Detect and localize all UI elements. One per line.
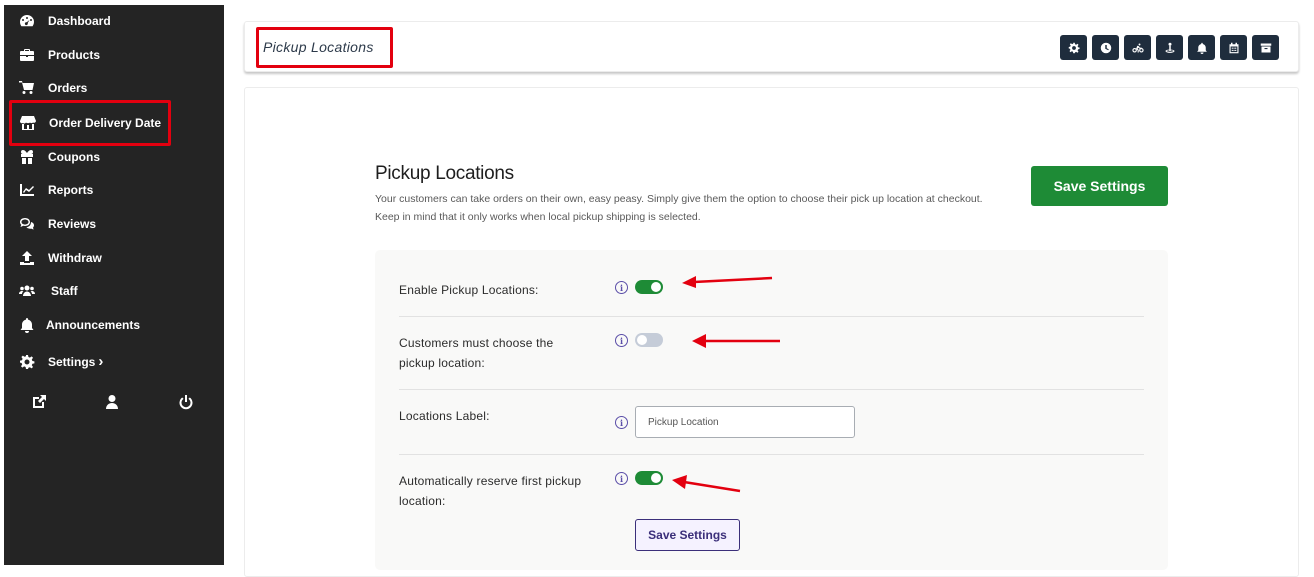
page-header: Pickup Locations	[244, 21, 1299, 72]
setting-label: Automatically reserve first pickup locat…	[399, 474, 582, 508]
gear-icon	[1068, 42, 1080, 53]
chevron-right-icon: ›	[98, 353, 104, 370]
bell-icon	[18, 316, 36, 334]
sidebar-item-label: Dashboard	[48, 14, 111, 28]
locations-label-input[interactable]	[635, 406, 855, 438]
sidebar-item-label: Products	[48, 48, 101, 62]
enable-pickup-toggle[interactable]	[635, 280, 663, 294]
setting-label: Locations Label:	[399, 409, 490, 423]
comments-icon	[18, 215, 36, 233]
setting-label: Customers must choose the pickup locatio…	[399, 336, 554, 370]
setting-row-locations-label: Locations Label: i	[399, 406, 1144, 446]
briefcase-icon	[18, 46, 36, 64]
sidebar-item-reviews[interactable]: Reviews	[4, 209, 224, 239]
sidebar-item-settings[interactable]: Settings ›	[4, 347, 224, 377]
bicycle-icon	[1131, 43, 1144, 52]
clock-icon	[1100, 42, 1111, 53]
user-icon[interactable]	[104, 394, 122, 412]
chart-icon	[18, 181, 36, 199]
sidebar-item-announcements[interactable]: Announcements	[4, 310, 224, 340]
info-icon[interactable]: i	[615, 334, 628, 347]
annotation-arrow	[692, 334, 780, 348]
sidebar: Dashboard Products Orders Order Delivery…	[4, 5, 224, 565]
map-pin-icon	[1165, 42, 1174, 53]
annotation-arrow	[672, 475, 741, 493]
divider	[399, 389, 1144, 390]
sidebar-item-label: Coupons	[48, 150, 100, 164]
sidebar-item-label: Announcements	[46, 318, 141, 332]
notifications-button[interactable]	[1188, 35, 1215, 60]
pickup-locations-button[interactable]	[1156, 35, 1183, 60]
archive-icon	[1260, 43, 1271, 52]
sidebar-item-label: Staff	[51, 284, 78, 298]
annotation-arrow	[682, 276, 773, 288]
annotation-highlight-box	[9, 100, 171, 146]
upload-icon	[18, 249, 36, 267]
sidebar-item-products[interactable]: Products	[4, 40, 224, 70]
archive-button[interactable]	[1252, 35, 1279, 60]
bell-icon	[1196, 42, 1207, 54]
sidebar-item-staff[interactable]: Staff	[4, 276, 224, 306]
setting-row-auto-reserve: Automatically reserve first pickup locat…	[399, 471, 1144, 516]
header-toolbar	[1060, 35, 1279, 60]
sidebar-item-label: Reports	[48, 183, 94, 197]
sidebar-item-label: Withdraw	[48, 251, 102, 265]
settings-button[interactable]	[1060, 35, 1087, 60]
delivery-button[interactable]	[1124, 35, 1151, 60]
sidebar-item-reports[interactable]: Reports	[4, 175, 224, 205]
settings-panel: Enable Pickup Locations: i Customers mus…	[375, 250, 1168, 570]
sidebar-bottom-actions	[4, 388, 224, 418]
calendar-icon	[1229, 42, 1238, 53]
sidebar-item-withdraw[interactable]: Withdraw	[4, 243, 224, 273]
sidebar-item-orders[interactable]: Orders	[4, 73, 224, 103]
divider	[399, 454, 1144, 455]
time-slots-button[interactable]	[1092, 35, 1119, 60]
must-choose-toggle[interactable]	[635, 333, 663, 347]
calendar-button[interactable]	[1220, 35, 1247, 60]
gift-icon	[18, 148, 36, 166]
sidebar-item-label: Settings	[48, 355, 96, 369]
auto-reserve-toggle[interactable]	[635, 471, 663, 485]
info-icon[interactable]: i	[615, 472, 628, 485]
users-icon	[18, 282, 36, 300]
divider	[399, 316, 1144, 317]
setting-label: Enable Pickup Locations:	[399, 283, 539, 297]
sidebar-item-dashboard[interactable]: Dashboard	[4, 6, 224, 36]
info-icon[interactable]: i	[615, 281, 628, 294]
section-description: Your customers can take orders on their …	[375, 193, 983, 223]
cart-icon	[18, 79, 36, 97]
save-settings-button[interactable]: Save Settings	[1031, 166, 1168, 206]
info-icon[interactable]: i	[615, 416, 628, 429]
sidebar-item-coupons[interactable]: Coupons	[4, 142, 224, 172]
sidebar-item-label: Reviews	[48, 217, 97, 231]
section-title: Pickup Locations	[375, 163, 514, 184]
external-link-icon[interactable]	[31, 394, 49, 412]
dashboard-icon	[18, 12, 36, 30]
power-icon[interactable]	[178, 394, 196, 412]
sidebar-item-label: Orders	[48, 81, 88, 95]
gear-icon	[18, 353, 36, 371]
annotation-highlight-box	[256, 27, 393, 68]
save-settings-bottom-button[interactable]: Save Settings	[635, 519, 740, 551]
